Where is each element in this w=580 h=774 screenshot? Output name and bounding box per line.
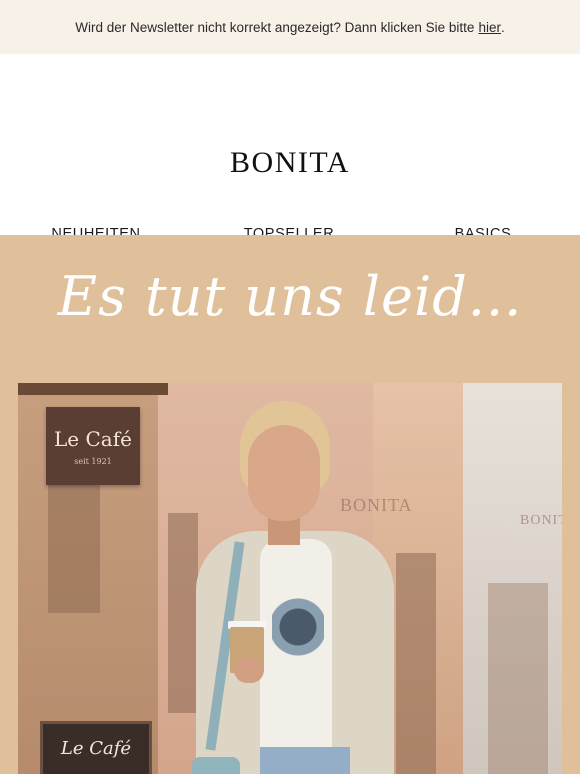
- header: BONITA NEUHEITEN TOPSELLER BASICS: [0, 54, 580, 242]
- hand: [234, 657, 264, 683]
- newsletter-notice-bar: Wird der Newsletter nicht korrekt angeze…: [0, 0, 580, 54]
- jeans: [260, 747, 350, 774]
- notice-text: Wird der Newsletter nicht korrekt angeze…: [75, 19, 475, 35]
- chalkboard-sign: Le Café: [40, 721, 152, 774]
- view-in-browser-link[interactable]: hier: [478, 20, 501, 35]
- shop-window: [488, 583, 548, 774]
- face: [248, 425, 320, 521]
- window: [48, 483, 100, 613]
- hero-headline: Es tut uns leid...: [57, 265, 523, 328]
- wall-logo-right: BONITA: [520, 513, 562, 528]
- cafe-awning: [18, 383, 168, 395]
- handbag: [192, 757, 240, 774]
- hero-section: Es tut uns leid... Le Café seit 1921 BON…: [0, 235, 580, 774]
- brand-logo[interactable]: BONITA: [0, 146, 580, 180]
- cafe-sign: Le Café seit 1921: [46, 407, 140, 485]
- cafe-sign-subtext: seit 1921: [74, 456, 112, 466]
- shirt-print: [272, 591, 324, 671]
- model-figure: [178, 401, 418, 774]
- hero-photo[interactable]: Le Café seit 1921 BONITA BONITA Le Café: [18, 383, 562, 774]
- cafe-sign-text: Le Café: [54, 426, 132, 451]
- notice-suffix: .: [500, 19, 505, 35]
